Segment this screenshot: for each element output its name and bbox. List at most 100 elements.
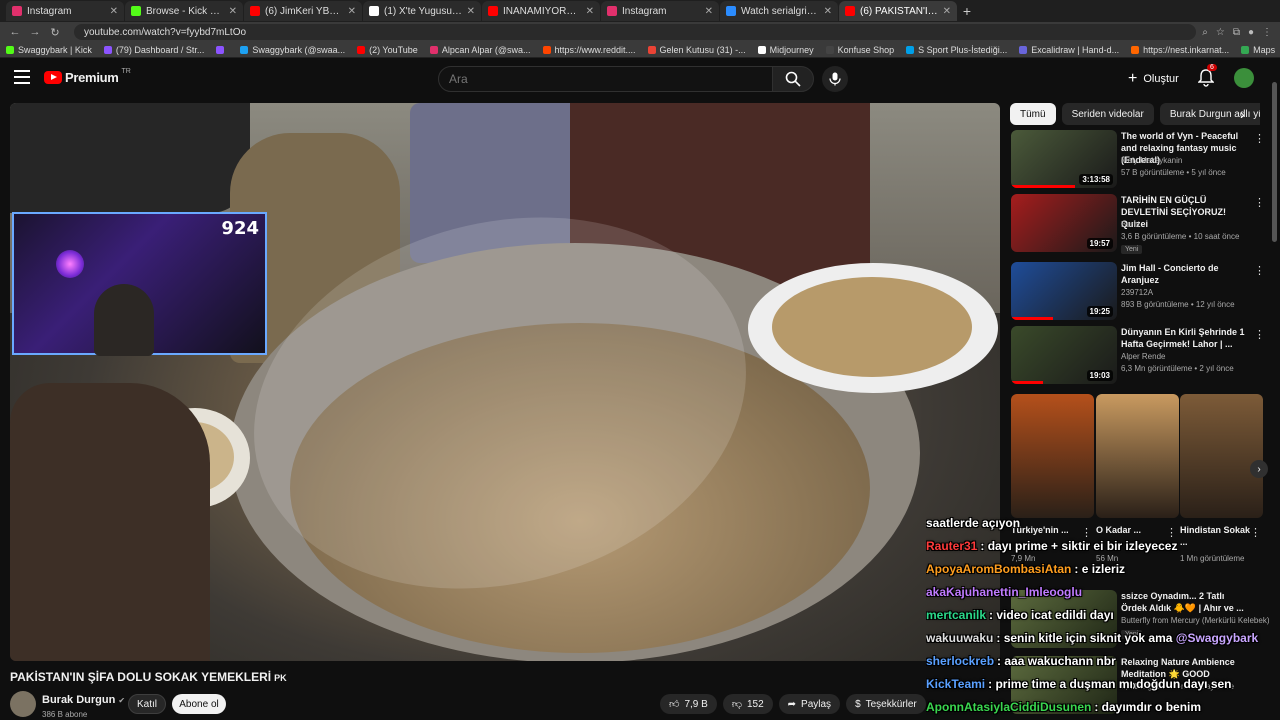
browser-tab-strip: Instagram✕Browse - Kick Streaming✕(6) Ji… [0, 0, 1280, 22]
channel-name[interactable]: Maly Meksykanin [1121, 156, 1182, 165]
channel-name[interactable]: 239712A [1121, 288, 1153, 297]
short-thumbnail[interactable] [1096, 394, 1179, 518]
bookmark-item[interactable]: Alpcan Alpar (@swa... [429, 44, 531, 55]
short-thumbnail[interactable] [1180, 394, 1263, 518]
notifications-button[interactable]: 6 [1197, 64, 1217, 87]
recommended-video[interactable]: 3:13:58 The world of Vyn - Peaceful and r… [1011, 130, 1271, 190]
video-thumbnail[interactable]: 19:03 [1011, 326, 1117, 384]
browser-tab[interactable]: (6) JimKeri YBJ ye Kapıyı Göster ✕ [244, 1, 362, 21]
chat-username: sherlockreb [926, 654, 995, 668]
channel-name[interactable]: Alper Rende [1121, 352, 1165, 361]
url-field[interactable]: youtube.com/watch?v=fyybd7mLtOo [74, 24, 1197, 40]
share-button[interactable]: ➦ Paylaş [778, 694, 841, 714]
video-thumbnail[interactable]: 19:25 [1011, 262, 1117, 320]
browser-tab[interactable]: (1) X'te Yugusugaf Arşiv: "ağa ✕ [363, 1, 481, 21]
back-icon[interactable]: ← [8, 26, 22, 38]
more-options-icon[interactable]: ⋮ [1254, 328, 1265, 341]
thanks-button[interactable]: $ Teşekkürler [846, 694, 926, 714]
browser-tab[interactable]: İNANAMIYORUM I NA NA MI Y ✕ [482, 1, 600, 21]
bookmark-item[interactable]: Gelen Kutusu (31) -... [647, 45, 746, 55]
browser-tab[interactable]: Watch serialgriefer | Streamable ✕ [720, 1, 838, 21]
tab-close-icon[interactable]: ✕ [229, 6, 237, 17]
search-box[interactable] [438, 66, 774, 92]
subscribe-button[interactable]: Abone ol [172, 694, 226, 714]
chat-username: AponnAtasiylaCiddiDusunen [926, 700, 1092, 714]
youtube-header: Premium TR + Oluştur 6 [0, 58, 1280, 100]
tab-close-icon[interactable]: ✕ [348, 6, 356, 17]
browser-tab[interactable]: Browse - Kick Streaming ✕ [125, 1, 243, 21]
video-thumbnail[interactable]: 3:13:58 [1011, 130, 1117, 188]
bookmark-item[interactable]: Excalidraw | Hand-d... [1019, 45, 1119, 55]
reload-icon[interactable]: ↻ [48, 26, 62, 39]
profile-icon[interactable]: ● [1248, 27, 1254, 38]
bookmark-item[interactable]: S Sport Plus-İstediği... [906, 45, 1007, 55]
tab-close-icon[interactable]: ✕ [943, 6, 951, 17]
join-button[interactable]: Katıl [128, 694, 166, 714]
filter-chip[interactable]: Tümü [1010, 103, 1056, 125]
video-title[interactable]: TARİHİN EN GÜÇLÜ DEVLETİNİ SEÇİYORUZ! Qu… [1121, 194, 1249, 230]
youtube-premium-logo[interactable]: Premium TR [44, 68, 131, 85]
tab-label: (6) PAKİSTAN'IN ŞİFA DOLU SO [860, 5, 939, 17]
new-badge: Yeni [1121, 245, 1143, 254]
bookmark-label: Excalidraw | Hand-d... [1031, 44, 1120, 55]
chips-next-arrow-icon[interactable]: › [1240, 106, 1245, 122]
tab-close-icon[interactable]: ✕ [824, 6, 832, 17]
bookmark-item[interactable]: Midjourney [757, 45, 814, 55]
extensions-icon[interactable]: ⧉ [1233, 27, 1240, 38]
chat-message: ApoyaAromBombasiAtan: e izleriz [926, 558, 1278, 581]
video-title[interactable]: Dünyanın En Kirli Şehrinde 1 Hafta Geçir… [1121, 326, 1249, 350]
recommended-video[interactable]: 19:57 TARİHİN EN GÜÇLÜ DEVLETİNİ SEÇİYORU… [1011, 194, 1271, 254]
tab-close-icon[interactable]: ✕ [586, 6, 594, 17]
tab-favicon-icon [726, 6, 736, 16]
new-tab-icon[interactable]: + [958, 2, 976, 20]
bell-icon [1197, 69, 1215, 87]
video-title[interactable]: Jim Hall - Concierto de Aranjuez [1121, 262, 1249, 286]
account-avatar[interactable] [1234, 68, 1254, 88]
bookmark-label: Alpcan Alpar (@swa... [441, 44, 531, 55]
short-thumbnail[interactable] [1011, 394, 1094, 518]
chat-mention: @Swaggybark [1175, 631, 1259, 645]
recommended-video[interactable]: 19:25 Jim Hall - Concierto de Aranjuez 239… [1011, 262, 1271, 322]
browser-menu-icon[interactable]: ⋮ [1262, 27, 1272, 38]
browser-tab[interactable]: Instagram ✕ [601, 1, 719, 21]
bookmark-item[interactable]: Swaggybark | Kick [6, 45, 92, 55]
webcam-neon-light [56, 250, 84, 278]
dislike-button[interactable]: 👎︎ 152 [722, 694, 773, 714]
voice-search-button[interactable] [822, 66, 848, 92]
channel-name[interactable]: Burhi [1121, 220, 1140, 229]
more-options-icon[interactable]: ⋮ [1254, 196, 1265, 209]
bookmark-item[interactable]: (79) Dashboard / Str... [103, 45, 204, 55]
bookmark-item[interactable]: Maps [1241, 45, 1275, 55]
browser-tab[interactable]: Instagram ✕ [6, 1, 124, 21]
recommended-video[interactable]: 19:03 Dünyanın En Kirli Şehrinde 1 Hafta … [1011, 326, 1271, 386]
zoom-icon[interactable]: ⌕ [1202, 27, 1208, 38]
channel-name[interactable]: Burak Durgun [42, 694, 115, 706]
tab-close-icon[interactable]: ✕ [705, 6, 713, 17]
tab-close-icon[interactable]: ✕ [110, 6, 118, 17]
shorts-next-arrow-icon[interactable]: › [1250, 460, 1268, 478]
forward-icon[interactable]: → [28, 26, 42, 38]
bookmark-star-icon[interactable]: ☆ [1216, 27, 1225, 38]
watch-progress-bar [1011, 185, 1075, 188]
chat-text: saatlerde açıyon [926, 516, 1021, 530]
like-button[interactable]: 👍︎ 7,9 B [660, 694, 717, 714]
create-button[interactable]: + Oluştur [1128, 68, 1179, 90]
video-duration: 3:13:58 [1079, 174, 1113, 185]
bookmark-item[interactable]: https://nest.inkarnat... [1131, 45, 1229, 55]
bookmark-item[interactable]: Swaggybark (@swaa... [240, 45, 345, 55]
bookmark-item[interactable]: Konfuse Shop [825, 45, 894, 55]
filter-chip[interactable]: Seriden videolar [1061, 103, 1154, 125]
video-thumbnail[interactable]: 19:57 [1011, 194, 1117, 252]
more-options-icon[interactable]: ⋮ [1254, 264, 1265, 277]
video-player[interactable]: 924 [10, 103, 1000, 661]
search-input[interactable] [449, 72, 773, 86]
channel-avatar[interactable] [10, 691, 36, 717]
more-options-icon[interactable]: ⋮ [1254, 132, 1265, 145]
search-button[interactable] [772, 66, 814, 92]
hamburger-menu-icon[interactable] [14, 70, 30, 84]
bookmark-item[interactable]: (2) YouTube [357, 45, 418, 55]
browser-tab[interactable]: (6) PAKİSTAN'IN ŞİFA DOLU SO ✕ [839, 1, 957, 21]
bookmark-item[interactable]: https://www.reddit.... [542, 45, 636, 55]
tab-close-icon[interactable]: ✕ [467, 6, 475, 17]
bookmark-item[interactable] [216, 45, 228, 54]
